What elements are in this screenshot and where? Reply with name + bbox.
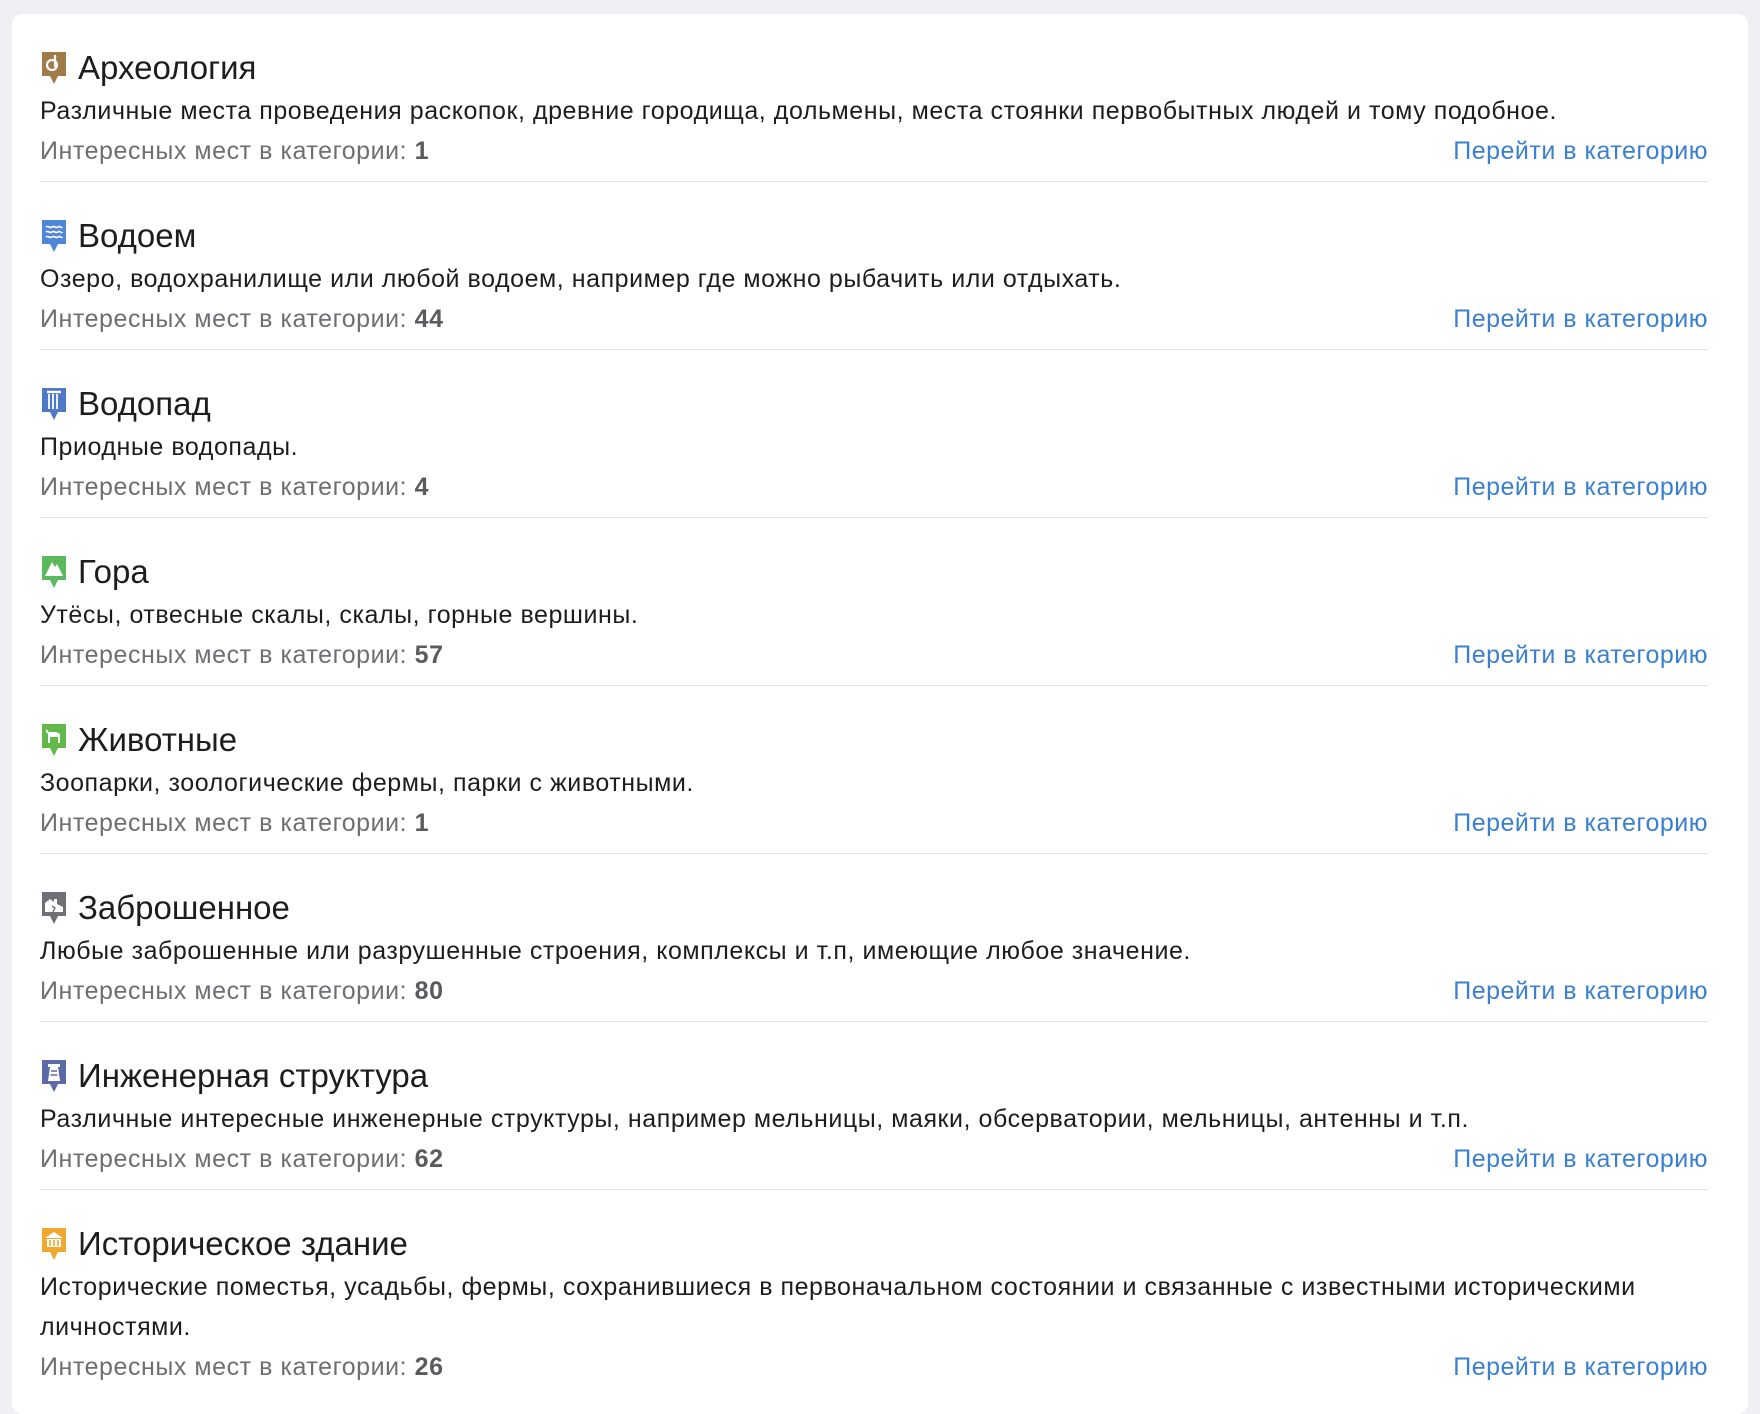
category-stats-row: Интересных мест в категории: 1 Перейти в…	[40, 131, 1708, 171]
category-stats: Интересных мест в категории: 62	[40, 1145, 444, 1174]
goto-category-link[interactable]: Перейти в категорию	[1453, 977, 1708, 1006]
historic-building-icon	[42, 1228, 66, 1260]
places-count: 4	[414, 472, 430, 501]
category-description: Озеро, водохранилище или любой водоем, н…	[40, 265, 1122, 293]
places-count: 80	[414, 976, 444, 1005]
goto-category-link[interactable]: Перейти в категорию	[1453, 1145, 1708, 1174]
goto-category-link[interactable]: Перейти в категорию	[1453, 305, 1708, 334]
categories-panel: Археология Различные места проведения ра…	[12, 14, 1748, 1414]
stats-label: Интересных мест в категории:	[40, 640, 408, 669]
mountain-icon	[42, 556, 66, 588]
category-title-row: Историческое здание	[40, 1224, 1708, 1264]
stats-label: Интересных мест в категории:	[40, 304, 408, 333]
animals-icon	[42, 724, 66, 756]
stats-label: Интересных мест в категории:	[40, 1352, 408, 1381]
engineering-structure-icon	[42, 1060, 66, 1092]
category-item: Заброшенное Любые заброшенные или разруш…	[40, 854, 1708, 1022]
category-title-row: Водоем	[40, 216, 1708, 256]
category-stats: Интересных мест в категории: 1	[40, 137, 429, 166]
category-item: Инженерная структура Различные интересны…	[40, 1022, 1708, 1190]
category-title: Археология	[78, 49, 257, 86]
category-description: Различные места проведения раскопок, дре…	[40, 97, 1557, 125]
category-title: Животные	[78, 721, 238, 758]
category-description: Различные интересные инженерные структур…	[40, 1105, 1469, 1133]
category-title-row: Археология	[40, 48, 1708, 88]
category-description: Утёсы, отвесные скалы, скалы, горные вер…	[40, 601, 639, 629]
category-title: Гора	[78, 553, 149, 590]
category-stats: Интересных мест в категории: 44	[40, 305, 444, 334]
category-description: Приодные водопады.	[40, 433, 299, 461]
category-stats: Интересных мест в категории: 1	[40, 809, 429, 838]
category-item: Гора Утёсы, отвесные скалы, скалы, горны…	[40, 518, 1708, 686]
goto-category-link[interactable]: Перейти в категорию	[1453, 1353, 1708, 1382]
category-stats-row: Интересных мест в категории: 44 Перейти …	[40, 299, 1708, 339]
category-title: Историческое здание	[78, 1225, 408, 1262]
places-count: 44	[414, 304, 444, 333]
category-stats-row: Интересных мест в категории: 62 Перейти …	[40, 1139, 1708, 1179]
abandoned-icon	[42, 892, 66, 924]
places-count: 26	[414, 1352, 444, 1381]
places-count: 62	[414, 1144, 444, 1173]
category-title-row: Водопад	[40, 384, 1708, 424]
places-count: 57	[414, 640, 444, 669]
stats-label: Интересных мест в категории:	[40, 472, 408, 501]
archaeology-icon	[42, 52, 66, 84]
category-title: Инженерная структура	[78, 1057, 429, 1094]
category-title-row: Животные	[40, 720, 1708, 760]
stats-label: Интересных мест в категории:	[40, 1144, 408, 1173]
category-description: Зоопарки, зоологические фермы, парки с ж…	[40, 769, 694, 797]
category-stats-row: Интересных мест в категории: 1 Перейти в…	[40, 803, 1708, 843]
category-item: Водопад Приодные водопады. Интересных ме…	[40, 350, 1708, 518]
category-stats: Интересных мест в категории: 57	[40, 641, 444, 670]
category-description: Любые заброшенные или разрушенные строен…	[40, 937, 1191, 965]
category-item: Водоем Озеро, водохранилище или любой во…	[40, 182, 1708, 350]
category-title-row: Заброшенное	[40, 888, 1708, 928]
goto-category-link[interactable]: Перейти в категорию	[1453, 641, 1708, 670]
category-title: Заброшенное	[78, 889, 290, 926]
category-title: Водоем	[78, 217, 197, 254]
stats-label: Интересных мест в категории:	[40, 808, 408, 837]
water-body-icon	[42, 220, 66, 252]
category-description: Исторические поместья, усадьбы, фермы, с…	[40, 1273, 1636, 1341]
category-title-row: Инженерная структура	[40, 1056, 1708, 1096]
goto-category-link[interactable]: Перейти в категорию	[1453, 809, 1708, 838]
category-stats-row: Интересных мест в категории: 57 Перейти …	[40, 635, 1708, 675]
stats-label: Интересных мест в категории:	[40, 136, 408, 165]
category-stats-row: Интересных мест в категории: 4 Перейти в…	[40, 467, 1708, 507]
goto-category-link[interactable]: Перейти в категорию	[1453, 137, 1708, 166]
places-count: 1	[414, 136, 430, 165]
category-stats: Интересных мест в категории: 80	[40, 977, 444, 1006]
stats-label: Интересных мест в категории:	[40, 976, 408, 1005]
category-item: Археология Различные места проведения ра…	[40, 14, 1708, 182]
category-item: Историческое здание Исторические поместь…	[40, 1190, 1708, 1400]
goto-category-link[interactable]: Перейти в категорию	[1453, 473, 1708, 502]
category-item: Животные Зоопарки, зоологические фермы, …	[40, 686, 1708, 854]
category-stats-row: Интересных мест в категории: 80 Перейти …	[40, 971, 1708, 1011]
places-count: 1	[414, 808, 430, 837]
waterfall-icon	[42, 388, 66, 420]
category-stats: Интересных мест в категории: 4	[40, 473, 429, 502]
category-stats: Интересных мест в категории: 26	[40, 1353, 444, 1382]
category-title: Водопад	[78, 385, 211, 422]
category-stats-row: Интересных мест в категории: 26 Перейти …	[40, 1347, 1708, 1387]
category-title-row: Гора	[40, 552, 1708, 592]
